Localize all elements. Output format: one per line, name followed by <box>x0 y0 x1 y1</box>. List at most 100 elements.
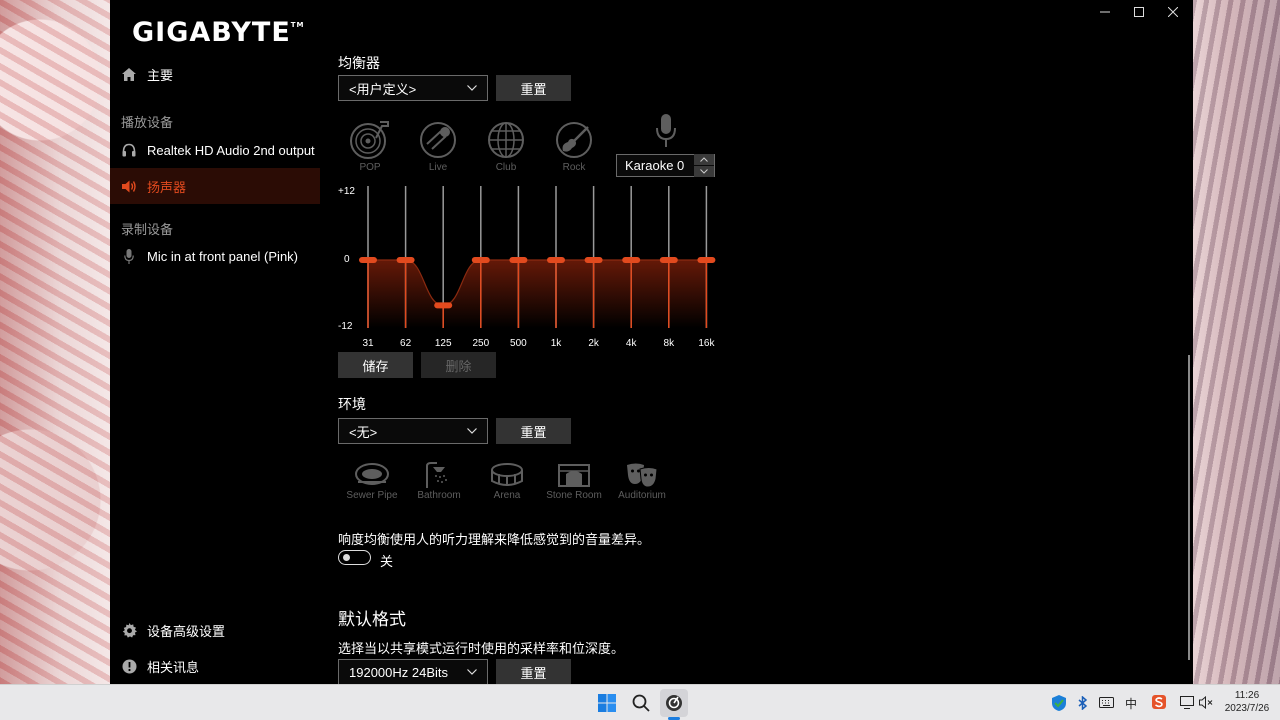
taskbar-app-gigabyte-audio[interactable] <box>660 689 688 717</box>
main-content: 均衡器 <用户定义> 重置 POP Live Club Rock Karaoke… <box>338 0 1178 685</box>
sewer-pipe-icon <box>355 463 389 485</box>
sidebar-item-about[interactable]: 相关讯息 <box>110 648 320 684</box>
microphone-icon <box>121 248 137 264</box>
security-shield-icon[interactable] <box>1052 695 1066 711</box>
info-icon <box>121 658 137 674</box>
sidebar-item-advanced-settings[interactable]: 设备高级设置 <box>110 612 320 648</box>
eq-slider-knob-8k[interactable] <box>659 257 678 263</box>
start-button[interactable] <box>593 689 621 717</box>
logo-trademark: TM <box>290 21 305 29</box>
home-icon <box>121 66 137 82</box>
wallpaper-right-strip <box>1192 0 1280 684</box>
environment-sewer-pipe[interactable]: Sewer Pipe <box>342 462 402 501</box>
environment-select[interactable]: <无> <box>338 418 488 444</box>
environment-stone-room[interactable]: Stone Room <box>544 462 604 501</box>
eq-slider-knob-31[interactable] <box>359 257 377 263</box>
eq-slider-knob-1k[interactable] <box>547 257 565 263</box>
recording-devices-header: 录制设备 <box>121 222 174 237</box>
eq-slider-knob-16k[interactable] <box>697 257 716 263</box>
sidebar-item-realtek-output[interactable]: Realtek HD Audio 2nd output <box>110 132 320 168</box>
preset-label: Sewer Pipe <box>346 490 398 501</box>
ime-indicator[interactable]: 中 <box>1125 695 1137 712</box>
headphones-icon <box>121 142 137 158</box>
live-mic-icon <box>420 122 456 158</box>
theater-masks-icon <box>627 463 658 488</box>
eq-band-label: 4k <box>626 338 638 349</box>
playback-devices-header: 播放设备 <box>121 115 174 130</box>
eq-slider-knob-250[interactable] <box>471 257 490 263</box>
clock-date: 2023/7/26 <box>1224 703 1270 714</box>
guitar-icon <box>556 122 592 158</box>
equalizer-curve: 31 62 125 250 500 1k 2k 4k 8k 16k <box>359 186 716 349</box>
default-format-reset-button[interactable]: 重置 <box>496 659 571 685</box>
eq-delete-button[interactable]: 删除 <box>421 352 496 378</box>
default-format-description: 选择当以共享模式运行时使用的采样率和位深度。 <box>338 641 625 656</box>
preset-pop[interactable]: POP <box>340 120 400 173</box>
sogou-s-icon <box>1155 697 1163 708</box>
sidebar-item-speakers[interactable]: 扬声器 <box>110 168 320 204</box>
environment-arena[interactable]: Arena <box>477 462 537 501</box>
search-button[interactable] <box>627 689 655 717</box>
eq-slider-knob-4k[interactable] <box>622 257 641 263</box>
sidebar-item-label: 主要 <box>147 67 174 83</box>
equalizer-preset-select[interactable]: <用户定义> <box>338 75 488 101</box>
loudness-description: 响度均衡使用人的听力理解来降低感觉到的音量差异。 <box>338 532 651 547</box>
eq-slider-knob-125[interactable] <box>434 302 453 309</box>
eq-band-label: 2k <box>588 338 600 349</box>
preset-label: Bathroom <box>417 490 461 501</box>
eq-band-label: 31 <box>362 338 374 349</box>
shower-icon <box>426 462 447 488</box>
input-method-app-icon[interactable] <box>1152 695 1166 709</box>
gigabyte-logo: GIGABYTETM <box>132 17 305 48</box>
eq-slider-knob-500[interactable] <box>509 257 528 263</box>
vertical-scrollbar[interactable] <box>1188 355 1190 660</box>
speaker-icon <box>121 178 137 194</box>
eq-band-label: 250 <box>472 338 489 349</box>
stone-room-icon <box>558 464 590 487</box>
sidebar-item-front-mic[interactable]: Mic in at front panel (Pink) <box>110 238 320 274</box>
bluetooth-icon[interactable] <box>1078 696 1088 710</box>
eq-slider-knob-62[interactable] <box>396 257 415 263</box>
chevron-up-icon <box>700 157 708 162</box>
equalizer-reset-button[interactable]: 重置 <box>496 75 571 101</box>
taskbar: 中 11:26 2023/7/26 <box>0 684 1280 720</box>
preset-label: Club <box>495 162 517 173</box>
sidebar-item-label: Realtek HD Audio 2nd output <box>147 142 315 158</box>
equalizer-graph: +12 0 -12 31 62 125 250 500 1k 2k 4k 8k 16k <box>338 180 738 350</box>
app-window: GIGABYTETM 主要 播放设备 Realtek HD Audio 2nd … <box>110 0 1193 685</box>
eq-save-button[interactable]: 储存 <box>338 352 413 378</box>
eq-band-label: 62 <box>400 338 412 349</box>
wallpaper-left-strip <box>0 0 110 684</box>
karaoke-increase-button[interactable] <box>694 154 714 165</box>
preset-live[interactable]: Live <box>408 120 468 173</box>
chevron-down-icon <box>700 169 708 174</box>
karaoke-decrease-button[interactable] <box>694 166 714 177</box>
environment-bathroom[interactable]: Bathroom <box>409 462 469 501</box>
preset-club[interactable]: Club <box>476 120 536 173</box>
sidebar: GIGABYTETM 主要 播放设备 Realtek HD Audio 2nd … <box>110 0 320 684</box>
sidebar-item-home[interactable]: 主要 <box>110 56 320 92</box>
eq-band-label: 500 <box>510 338 527 349</box>
eq-slider-knob-2k[interactable] <box>584 257 603 263</box>
default-format-select[interactable]: 192000Hz 24Bits <box>338 659 488 685</box>
eq-band-label: 125 <box>435 338 452 349</box>
sidebar-item-label: 扬声器 <box>147 179 187 195</box>
sidebar-item-label: 相关讯息 <box>147 659 200 675</box>
preset-label: Arena <box>493 490 521 501</box>
vinyl-record-icon <box>350 121 389 159</box>
clock-time: 11:26 <box>1234 690 1260 701</box>
environment-auditorium[interactable]: Auditorium <box>612 462 672 501</box>
network-icon[interactable] <box>1180 696 1194 709</box>
audio-app-icon <box>666 695 682 711</box>
keyboard-icon[interactable] <box>1099 697 1114 708</box>
chevron-down-icon <box>467 669 477 675</box>
equalizer-title: 均衡器 <box>338 55 380 71</box>
select-value: <用户定义> <box>349 81 417 97</box>
sidebar-item-label: Mic in at front panel (Pink) <box>147 248 299 264</box>
volume-muted-icon[interactable] <box>1199 696 1213 709</box>
system-clock[interactable]: 11:26 2023/7/26 <box>1220 689 1274 715</box>
eq-band-label: 16k <box>698 338 715 349</box>
preset-rock[interactable]: Rock <box>544 120 604 173</box>
loudness-toggle[interactable] <box>338 550 371 565</box>
environment-reset-button[interactable]: 重置 <box>496 418 571 444</box>
